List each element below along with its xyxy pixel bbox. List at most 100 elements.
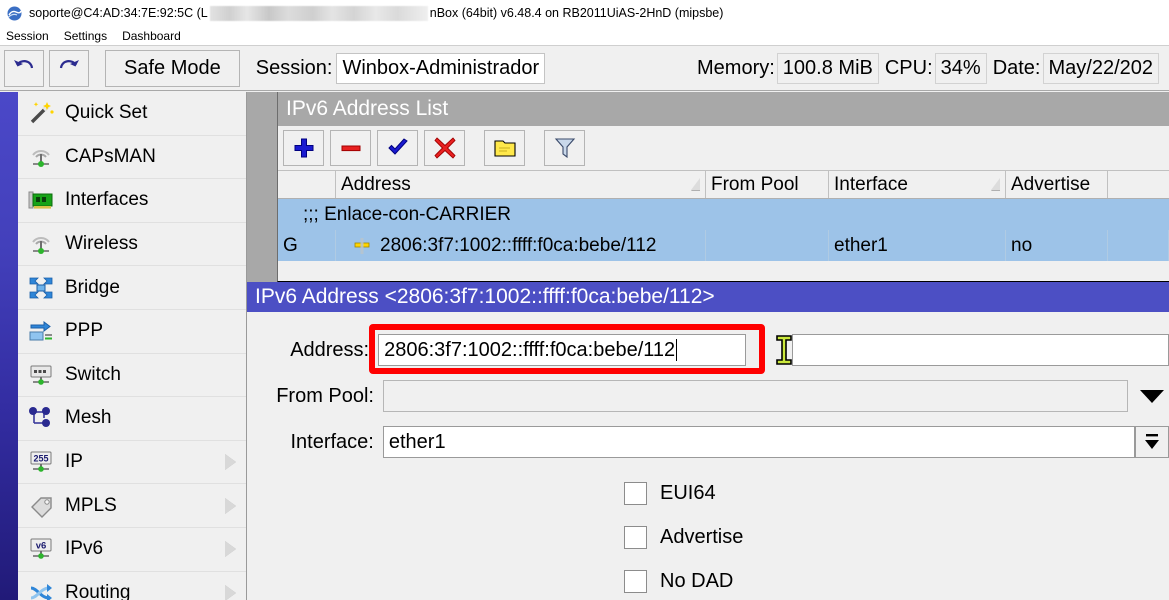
redo-button[interactable] [49,50,89,87]
filter-button[interactable] [544,130,585,166]
sidebar-item-routing[interactable]: Routing [18,572,246,600]
eui64-checkbox[interactable] [624,482,647,505]
sidebar-item-wireless[interactable]: Wireless [18,223,246,267]
mesh-nodes-icon [26,404,56,432]
address-input-value: 2806:3f7:1002::ffff:f0ca:bebe/112 [384,339,675,362]
toolbar-status-group: Memory: 100.8 MiB CPU: 34% Date: May/22/… [697,46,1159,91]
ipv6-address-list-window: IPv6 Address List [277,92,1169,282]
sidebar-item-label: Switch [65,364,121,386]
remove-button[interactable] [330,130,371,166]
address-list-title: IPv6 Address List [278,92,1169,126]
address-label: Address: [247,339,378,362]
from-pool-field-row: From Pool: [247,380,1169,412]
sidebar-item-switch[interactable]: Switch [18,354,246,398]
chevron-down-icon[interactable] [1140,390,1164,403]
interface-field-row: Interface: ether1 [247,426,1169,458]
ppp-icon [26,317,56,345]
switch-icon [26,361,56,389]
window-title-redacted [210,6,428,21]
menu-settings[interactable]: Settings [64,29,116,43]
column-header-flag[interactable] [278,171,336,198]
main-toolbar: Safe Mode Session: Winbox-Administrador … [0,46,1169,91]
antenna-icon [26,143,56,171]
svg-text:255: 255 [33,454,48,464]
from-pool-input[interactable] [383,380,1128,412]
sidebar-item-label: Routing [65,582,131,600]
window-title-bar: soporte@C4:AD:34:7E:92:5C (L nBox (64bit… [0,0,1169,26]
undo-button[interactable] [4,50,44,87]
from-pool-label: From Pool: [247,385,383,408]
session-value[interactable]: Winbox-Administrador [336,53,545,84]
address-input[interactable]: 2806:3f7:1002::ffff:f0ca:bebe/112 [378,334,746,366]
funnel-icon [554,136,576,160]
svg-text:v6: v6 [36,541,47,552]
address-field-row: Address: 2806:3f7:1002::ffff:f0ca:bebe/1… [247,334,1169,366]
sidebar-item-quick-set[interactable]: Quick Set [18,92,246,136]
sidebar-item-label: PPP [65,320,103,342]
window-title-suffix: nBox (64bit) v6.48.4 on RB2011UiAS-2HnD … [430,6,724,20]
column-header-interface-label: Interface [834,174,908,196]
safe-mode-button[interactable]: Safe Mode [105,50,240,87]
sidebar-item-label: Interfaces [65,189,148,211]
window-title-prefix: soporte@C4:AD:34:7E:92:5C (L [29,6,208,20]
table-header-row: Address From Pool Interface Advertise [278,170,1169,199]
sidebar-item-ipv6[interactable]: v6 IPv6 [18,528,246,572]
memory-value: 100.8 MiB [777,53,879,84]
redo-icon [56,56,82,80]
bridge-arrows-icon [26,274,56,302]
no-dad-checkbox-row[interactable]: No DAD [624,570,733,593]
session-label: Session: [256,57,333,80]
memory-label: Memory: [697,57,775,80]
menu-dashboard[interactable]: Dashboard [122,29,190,43]
add-button[interactable] [283,130,324,166]
menu-bar: Session Settings Dashboard [0,26,1169,46]
comment-button[interactable] [484,130,525,166]
column-header-advertise[interactable]: Advertise [1006,171,1108,198]
column-header-interface[interactable]: Interface [829,171,1006,198]
advertise-checkbox[interactable] [624,526,647,549]
interface-input[interactable]: ether1 [383,426,1135,458]
sidebar-item-bridge[interactable]: Bridge [18,266,246,310]
disable-button[interactable] [424,130,465,166]
column-header-from-pool[interactable]: From Pool [706,171,829,198]
sidebar-item-ip[interactable]: 255 IP [18,441,246,485]
sidebar-item-label: IP [65,451,83,473]
cell-advertise: no [1006,230,1108,261]
dialog-body: Address: 2806:3f7:1002::ffff:f0ca:bebe/1… [247,312,1169,600]
address-list-toolbar [278,126,1169,170]
sidebar-item-ppp[interactable]: PPP [18,310,246,354]
no-dad-checkbox[interactable] [624,570,647,593]
cpu-value: 34% [935,53,987,84]
interface-dropdown-button[interactable] [1135,426,1169,458]
column-header-address[interactable]: Address [336,171,706,198]
text-caret [676,339,677,361]
date-value: May/22/202 [1043,53,1160,84]
enable-button[interactable] [377,130,418,166]
sidebar-item-label: CAPsMAN [65,146,156,168]
winbox-side-strip: WinBox [0,92,18,600]
interface-label: Interface: [247,431,383,454]
ipv6-icon: v6 [26,535,56,563]
advertise-checkbox-row[interactable]: Advertise [624,526,743,549]
sidebar-item-interfaces[interactable]: Interfaces [18,179,246,223]
table-row[interactable]: G 2806:3f7:1002::ffff:f0ca:bebe/112 ethe… [278,230,1169,261]
chevron-right-icon [225,454,236,470]
eui64-checkbox-row[interactable]: EUI64 [624,482,716,505]
sidebar-item-mpls[interactable]: MPLS [18,484,246,528]
application-body: WinBox Quick Set [0,92,1169,600]
sidebar-item-mesh[interactable]: Mesh [18,397,246,441]
cell-address: 2806:3f7:1002::ffff:f0ca:bebe/112 [336,230,706,261]
address-secondary-input[interactable] [792,334,1169,366]
sort-indicator-icon [691,178,700,190]
main-menu-sidebar: Quick Set CAPsMAN [18,92,247,600]
chevron-right-icon [225,541,236,557]
menu-session[interactable]: Session [6,29,58,43]
column-header-spacer [1108,171,1169,198]
sidebar-item-label: IPv6 [65,538,103,560]
sidebar-item-capsman[interactable]: CAPsMAN [18,136,246,180]
plus-icon [292,136,316,160]
table-comment-row[interactable]: ;;; Enlace-con-CARRIER [278,199,1169,230]
minus-icon [339,136,363,160]
comment-note-icon [493,137,517,159]
ibeam-cursor-icon [773,334,795,371]
